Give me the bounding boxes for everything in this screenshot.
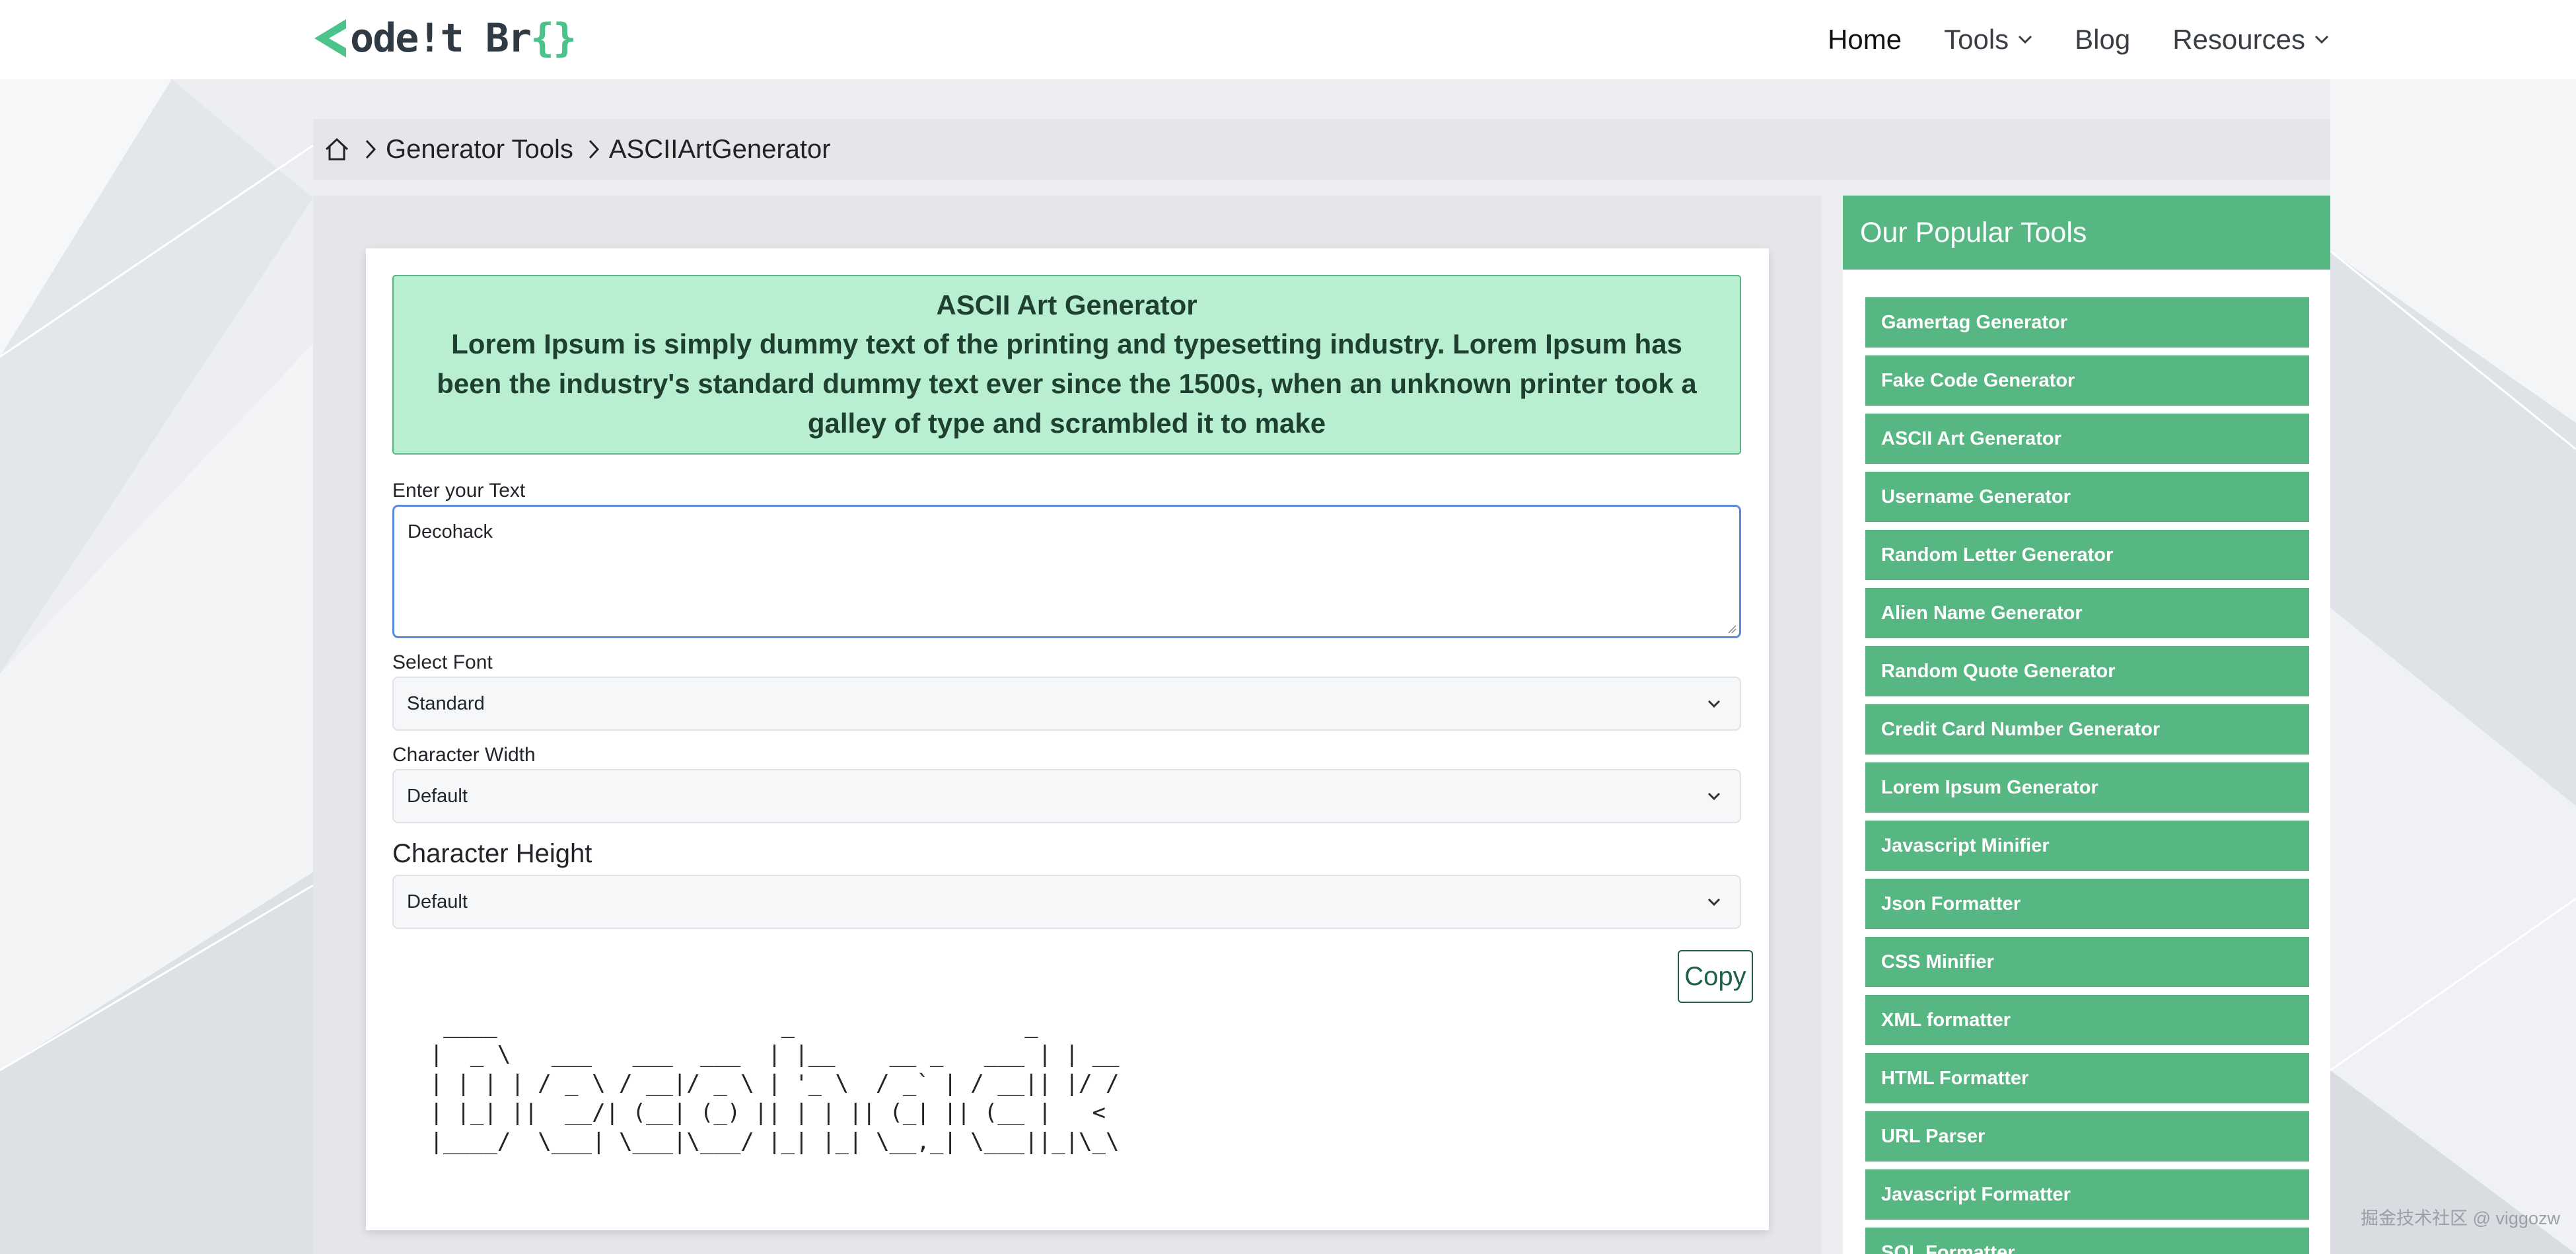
tool-title: ASCII Art Generator: [936, 289, 1198, 320]
width-select-label: Character Width: [392, 744, 536, 766]
nav-home-label: Home: [1828, 24, 1902, 55]
popular-tools-sidebar: Our Popular Tools Gamertag Generator Fak…: [1843, 196, 2330, 1254]
breadcrumb-home[interactable]: [324, 136, 350, 163]
tool-link-css-minifier[interactable]: CSS Minifier: [1865, 937, 2309, 987]
tool-link-ascii-art-generator[interactable]: ASCII Art Generator: [1865, 414, 2309, 464]
tool-link-credit-card-number-generator[interactable]: Credit Card Number Generator: [1865, 704, 2309, 755]
nav-resources-label: Resources: [2172, 24, 2305, 55]
text-input-label: Enter your Text: [392, 480, 526, 501]
width-select-value: Default: [407, 785, 468, 807]
tool-link-fake-code-generator[interactable]: Fake Code Generator: [1865, 355, 2309, 406]
font-select[interactable]: Standard: [392, 677, 1741, 731]
tool-link-gamertag-generator[interactable]: Gamertag Generator: [1865, 297, 2309, 348]
tool-list: Gamertag Generator Fake Code Generator A…: [1865, 297, 2309, 1254]
character-width-select[interactable]: Default: [392, 769, 1741, 823]
height-select-value: Default: [407, 891, 468, 912]
text-input-value: Decohack: [408, 521, 493, 542]
tool-description: Lorem Ipsum is simply dummy text of the …: [437, 328, 1697, 439]
tool-link-sql-formatter[interactable]: SQL Formatter: [1865, 1228, 2309, 1254]
tool-link-url-parser[interactable]: URL Parser: [1865, 1111, 2309, 1162]
chevron-down-icon: [2019, 35, 2032, 44]
text-input[interactable]: Decohack: [392, 505, 1741, 638]
resize-grip-icon[interactable]: [1727, 624, 1736, 634]
nav-tools[interactable]: Tools: [1944, 24, 2032, 55]
tool-link-javascript-minifier[interactable]: Javascript Minifier: [1865, 821, 2309, 871]
nav-blog-label: Blog: [2075, 24, 2131, 55]
font-select-label: Select Font: [392, 651, 493, 673]
logo-text: ode!t Br{}: [350, 15, 577, 61]
tool-link-xml-formatter[interactable]: XML formatter: [1865, 995, 2309, 1045]
nav-resources[interactable]: Resources: [2172, 24, 2329, 55]
chevron-right-icon: [588, 139, 600, 160]
watermark-text: 掘金技术社区 @ viggozw: [2361, 1208, 2560, 1228]
home-icon: [325, 137, 349, 161]
chevron-right-icon: [365, 139, 376, 160]
chevron-down-icon: [1707, 792, 1721, 801]
breadcrumb: Generator Tools ASCIIArtGenerator: [313, 119, 2330, 180]
generator-card: ASCII Art Generator Lorem Ipsum is simpl…: [366, 248, 1769, 1230]
tool-link-random-quote-generator[interactable]: Random Quote Generator: [1865, 646, 2309, 696]
tool-link-username-generator[interactable]: Username Generator: [1865, 472, 2309, 522]
tool-link-random-letter-generator[interactable]: Random Letter Generator: [1865, 530, 2309, 580]
chevron-down-icon: [1707, 898, 1721, 906]
font-select-value: Standard: [407, 692, 485, 714]
site-logo[interactable]: ode!t Br{}: [313, 15, 577, 62]
ascii-art-output: ____ _ _ | _ \ ___ ___ ___ | |__ __ _ __…: [429, 1012, 1120, 1155]
breadcrumb-item-generator-tools[interactable]: Generator Tools: [386, 135, 573, 165]
chevron-left-logo-icon: [314, 19, 346, 57]
info-box: ASCII Art Generator Lorem Ipsum is simpl…: [392, 275, 1741, 455]
tool-link-html-formatter[interactable]: HTML Formatter: [1865, 1053, 2309, 1103]
chevron-down-icon: [1707, 700, 1721, 708]
top-navbar: ode!t Br{} Home Tools Blog Resources: [0, 0, 2576, 79]
main-nav: Home Tools Blog Resources: [1828, 0, 2329, 79]
breadcrumb-item-current: ASCIIArtGenerator: [608, 134, 831, 164]
main-panel: ASCII Art Generator Lorem Ipsum is simpl…: [313, 196, 1822, 1254]
tool-link-json-formatter[interactable]: Json Formatter: [1865, 879, 2309, 929]
tool-link-alien-name-generator[interactable]: Alien Name Generator: [1865, 588, 2309, 638]
nav-blog[interactable]: Blog: [2075, 24, 2130, 55]
character-height-select[interactable]: Default: [392, 875, 1741, 929]
sidebar-title: Our Popular Tools: [1843, 196, 2330, 270]
height-select-label: Character Height: [392, 839, 592, 868]
tool-link-javascript-formatter[interactable]: Javascript Formatter: [1865, 1169, 2309, 1220]
chevron-down-icon: [2314, 35, 2329, 44]
tool-link-lorem-ipsum-generator[interactable]: Lorem Ipsum Generator: [1865, 762, 2309, 813]
copy-button[interactable]: Copy: [1678, 950, 1753, 1003]
nav-tools-label: Tools: [1944, 24, 2009, 55]
nav-home[interactable]: Home: [1828, 24, 1902, 55]
